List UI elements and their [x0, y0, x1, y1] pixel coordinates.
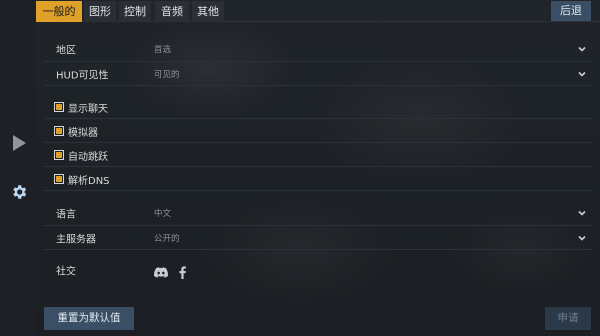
gear-icon[interactable] — [9, 182, 29, 202]
emulator-checkbox[interactable] — [54, 126, 64, 136]
checkbox-fill — [56, 152, 62, 158]
auto-jump-label: 自动跳跃 — [68, 152, 108, 163]
apply-button[interactable]: 申请 — [545, 307, 591, 330]
show-chat-label: 显示聊天 — [68, 104, 108, 115]
checkbox-row-show-chat[interactable]: 显示聊天 — [44, 97, 592, 119]
hud-visibility-label: HUD可见性 — [56, 70, 109, 81]
tab-bar: 一般的 图形 控制 音频 其他 后退 — [36, 0, 600, 22]
chevron-down-icon[interactable] — [576, 232, 588, 244]
main-server-label: 主服务器 — [56, 234, 96, 245]
tab-other[interactable]: 其他 — [192, 1, 224, 22]
checkbox-fill — [56, 104, 62, 110]
social-label: 社交 — [56, 266, 76, 278]
main-server-row[interactable]: 主服务器 公开的 — [44, 226, 592, 250]
hud-visibility-value: 可见的 — [154, 69, 180, 80]
hud-visibility-row[interactable]: HUD可见性 可见的 — [44, 62, 592, 86]
region-label: 地区 — [56, 45, 76, 57]
chevron-down-icon[interactable] — [576, 43, 588, 55]
emulator-label: 模拟器 — [68, 128, 98, 139]
tab-graphics[interactable]: 图形 — [84, 1, 116, 22]
social-links — [154, 264, 187, 283]
language-label: 语言 — [56, 209, 76, 221]
checkbox-row-resolve-dns[interactable]: 解析DNS — [44, 169, 592, 191]
language-value: 中文 — [154, 209, 172, 219]
chevron-down-icon[interactable] — [576, 68, 588, 80]
region-row[interactable]: 地区 首选 — [44, 37, 592, 62]
checkbox-row-auto-jump[interactable]: 自动跳跃 — [44, 145, 592, 167]
facebook-icon[interactable] — [178, 264, 187, 283]
discord-icon[interactable] — [154, 264, 169, 283]
checkbox-fill — [56, 128, 62, 134]
auto-jump-checkbox[interactable] — [54, 150, 64, 160]
chevron-down-icon[interactable] — [576, 207, 588, 219]
tab-controls[interactable]: 控制 — [119, 1, 151, 22]
checkbox-row-emulator[interactable]: 模拟器 — [44, 121, 592, 143]
tab-general[interactable]: 一般的 — [36, 1, 82, 22]
language-row[interactable]: 语言 中文 — [44, 201, 592, 226]
checkbox-fill — [56, 176, 62, 182]
show-chat-checkbox[interactable] — [54, 102, 64, 112]
social-row: 社交 — [44, 258, 592, 282]
reset-defaults-button[interactable]: 重置为默认值 — [44, 307, 134, 330]
left-sidebar — [0, 0, 36, 336]
back-button[interactable]: 后退 — [551, 1, 591, 21]
tab-audio[interactable]: 音频 — [155, 1, 189, 22]
main-server-value: 公开的 — [154, 233, 180, 244]
resolve-dns-checkbox[interactable] — [54, 174, 64, 184]
region-value: 首选 — [154, 45, 172, 55]
play-icon[interactable] — [9, 133, 29, 153]
resolve-dns-label: 解析DNS — [68, 176, 110, 187]
